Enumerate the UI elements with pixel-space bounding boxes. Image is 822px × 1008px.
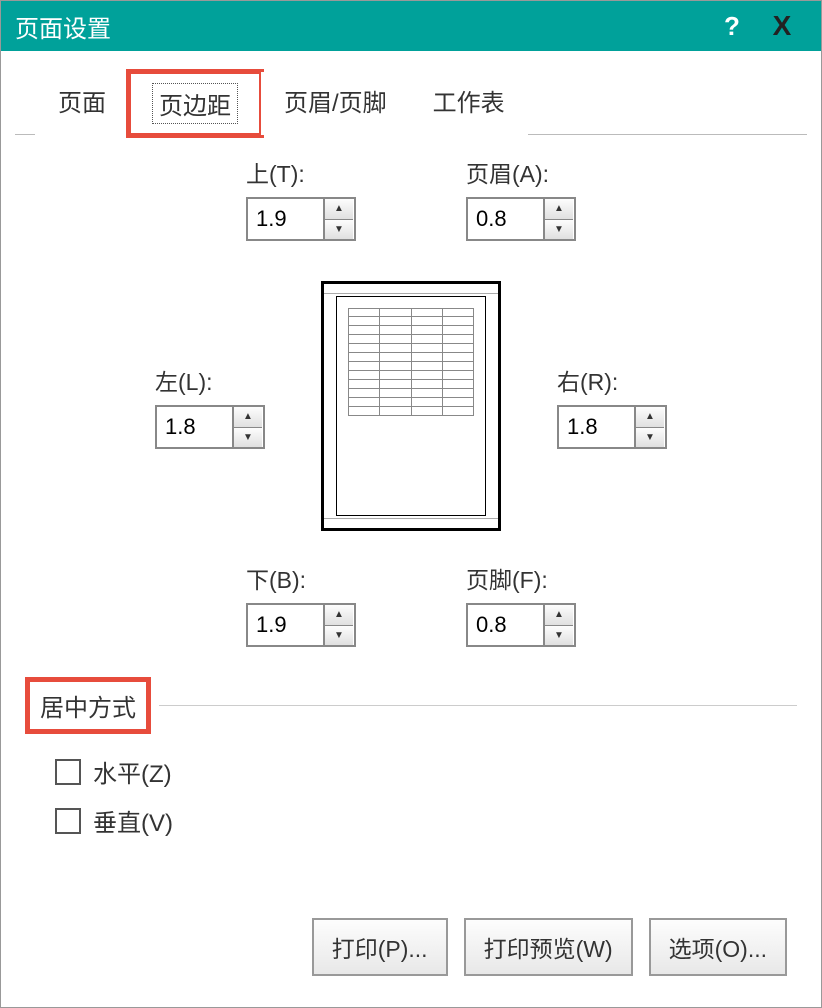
vertical-checkbox[interactable] [55,808,81,834]
horizontal-checkbox-label: 水平(Z) [93,754,172,789]
options-button[interactable]: 选项(O)... [649,918,787,976]
margin-left-group: 左(L): ▲ ▼ [155,363,265,449]
center-section-title: 居中方式 [25,677,151,734]
margin-top-spinner[interactable]: ▲ ▼ [246,197,356,241]
margin-right-input[interactable] [559,407,634,447]
margin-right-down-icon[interactable]: ▼ [636,428,664,448]
margin-bottom-input[interactable] [248,605,323,645]
dialog-content: 页面 页边距 页眉/页脚 工作表 上(T): ▲ ▼ [1,51,821,996]
middle-row: 左(L): ▲ ▼ [25,281,797,531]
margin-bottom-down-icon[interactable]: ▼ [325,626,353,646]
tab-header-footer[interactable]: 页眉/页脚 [261,72,410,135]
margin-footer-input[interactable] [468,605,543,645]
preview-footer-line [324,518,498,528]
margin-footer-label: 页脚(F): [466,561,548,595]
print-button[interactable]: 打印(P)... [312,918,448,976]
margin-top-up-icon[interactable]: ▲ [325,199,353,220]
page-preview [321,281,501,531]
margin-header-down-icon[interactable]: ▼ [545,220,573,240]
margins-panel: 上(T): ▲ ▼ 页眉(A): ▲ [15,135,807,996]
margin-bottom-spinner-buttons: ▲ ▼ [323,605,353,645]
margin-footer-group: 页脚(F): ▲ ▼ [466,561,576,647]
margin-left-spinner-buttons: ▲ ▼ [232,407,262,447]
titlebar: 页面设置 ? X [1,1,821,51]
margin-top-input[interactable] [248,199,323,239]
margin-header-input[interactable] [468,199,543,239]
preview-content-grid [348,308,474,428]
margin-footer-spinner[interactable]: ▲ ▼ [466,603,576,647]
margin-bottom-spinner[interactable]: ▲ ▼ [246,603,356,647]
margin-header-label: 页眉(A): [466,155,549,189]
center-section-header: 居中方式 [25,677,797,734]
top-margins-row: 上(T): ▲ ▼ 页眉(A): ▲ [25,155,797,241]
margin-header-spinner-buttons: ▲ ▼ [543,199,573,239]
horizontal-checkbox[interactable] [55,759,81,785]
center-section: 居中方式 水平(Z) 垂直(V) [25,677,797,838]
margin-header-spinner[interactable]: ▲ ▼ [466,197,576,241]
footer-buttons: 打印(P)... 打印预览(W) 选项(O)... [25,898,797,976]
margin-top-down-icon[interactable]: ▼ [325,220,353,240]
tab-sheet[interactable]: 工作表 [410,72,528,135]
bottom-margins-row: 下(B): ▲ ▼ 页脚(F): ▲ [25,561,797,647]
margin-bottom-up-icon[interactable]: ▲ [325,605,353,626]
window-title: 页面设置 [15,9,707,44]
preview-header-line [324,284,498,294]
margin-footer-spinner-buttons: ▲ ▼ [543,605,573,645]
horizontal-checkbox-row[interactable]: 水平(Z) [55,754,797,789]
margin-header-group: 页眉(A): ▲ ▼ [466,155,576,241]
margin-left-spinner[interactable]: ▲ ▼ [155,405,265,449]
margin-left-down-icon[interactable]: ▼ [234,428,262,448]
margin-right-label: 右(R): [557,363,618,397]
close-button[interactable]: X [757,10,807,42]
margin-right-spinner-buttons: ▲ ▼ [634,407,664,447]
margin-right-spinner[interactable]: ▲ ▼ [557,405,667,449]
margin-header-up-icon[interactable]: ▲ [545,199,573,220]
margin-left-input[interactable] [157,407,232,447]
tab-page[interactable]: 页面 [35,72,129,135]
margin-footer-down-icon[interactable]: ▼ [545,626,573,646]
margin-right-group: 右(R): ▲ ▼ [557,363,667,449]
print-preview-button[interactable]: 打印预览(W) [464,918,633,976]
section-divider [159,705,797,706]
page-setup-dialog: 页面设置 ? X 页面 页边距 页眉/页脚 工作表 上(T): ▲ ▼ [0,0,822,1008]
margin-top-label: 上(T): [246,155,305,189]
margin-right-up-icon[interactable]: ▲ [636,407,664,428]
margin-footer-up-icon[interactable]: ▲ [545,605,573,626]
margin-left-label: 左(L): [155,363,213,397]
margin-bottom-label: 下(B): [246,561,306,595]
margin-top-group: 上(T): ▲ ▼ [246,155,356,241]
tab-margins-label: 页边距 [152,83,238,124]
vertical-checkbox-row[interactable]: 垂直(V) [55,803,797,838]
help-button[interactable]: ? [707,11,757,42]
margin-left-up-icon[interactable]: ▲ [234,407,262,428]
margin-top-spinner-buttons: ▲ ▼ [323,199,353,239]
vertical-checkbox-label: 垂直(V) [93,803,173,838]
tab-bar: 页面 页边距 页眉/页脚 工作表 [15,71,807,135]
tab-margins[interactable]: 页边距 [129,72,261,135]
margin-bottom-group: 下(B): ▲ ▼ [246,561,356,647]
